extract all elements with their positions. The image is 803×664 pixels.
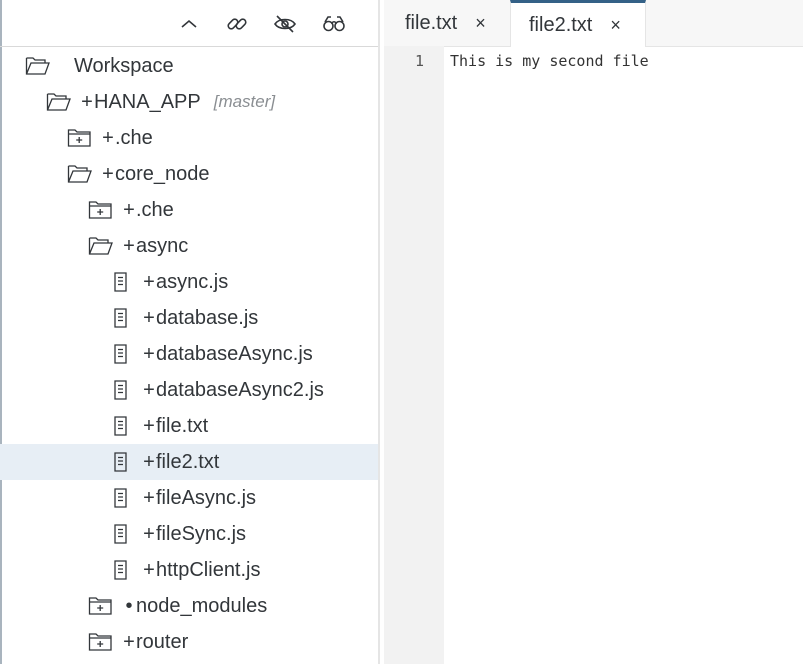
tree-item-label: databaseAsync.js: [156, 342, 313, 365]
tree-item-label: httpClient.js: [156, 558, 261, 581]
tree-item-file[interactable]: + file.txt: [0, 408, 378, 444]
folder-closed-icon: [67, 127, 93, 149]
tab-file-txt[interactable]: file.txt ×: [384, 0, 510, 46]
tab-label: file2.txt: [529, 13, 593, 36]
tree-item-label: core_node: [115, 162, 210, 185]
tree-item-label: database.js: [156, 306, 259, 329]
file-icon: [108, 271, 134, 293]
folder-open-icon: [46, 91, 72, 113]
git-status-marker: +: [143, 307, 155, 329]
file-icon: [108, 379, 134, 401]
folder-open-icon: [88, 235, 114, 257]
tree-item-label: file2.txt: [156, 450, 220, 473]
tree-item-file[interactable]: + httpClient.js: [0, 552, 378, 588]
tree-item-label: async.js: [156, 270, 229, 293]
git-branch-label: [master]: [213, 92, 276, 111]
close-icon[interactable]: ×: [475, 13, 486, 34]
git-status-marker: +: [102, 163, 114, 185]
tree-item-core-node[interactable]: + core_node: [0, 156, 378, 192]
tab-label: file.txt: [405, 11, 458, 34]
editor-tab-bar: file.txt × file2.txt ×: [384, 0, 803, 47]
git-status-marker: +: [102, 127, 114, 149]
tree-item-label: Workspace: [74, 54, 174, 77]
tree-item-label: async: [136, 234, 189, 257]
close-icon[interactable]: ×: [610, 15, 621, 36]
file-icon: [108, 343, 134, 365]
code-line[interactable]: This is my second file: [450, 52, 649, 70]
git-status-marker: +: [143, 415, 155, 437]
tree-item-label: HANA_APP: [94, 90, 201, 113]
file-icon: [108, 523, 134, 545]
git-status-marker: +: [143, 523, 155, 545]
file-icon: [108, 559, 134, 581]
git-status-marker: +: [143, 379, 155, 401]
collapse-icon[interactable]: [176, 11, 202, 37]
tree-item-file[interactable]: + databaseAsync2.js: [0, 372, 378, 408]
tab-file2-txt-active[interactable]: file2.txt ×: [510, 0, 646, 47]
tree-item-file[interactable]: + fileSync.js: [0, 516, 378, 552]
tree-item-hana-app[interactable]: + HANA_APP [master]: [0, 84, 378, 120]
folder-open-icon: [67, 163, 93, 185]
git-status-marker: +: [143, 487, 155, 509]
workspace-toolbar: [0, 0, 378, 47]
line-number: 1: [414, 52, 424, 70]
folder-closed-icon: [88, 631, 114, 653]
link-icon[interactable]: [224, 11, 250, 37]
tree-item-workspace[interactable]: Workspace: [0, 48, 378, 84]
tree-item-file[interactable]: + databaseAsync.js: [0, 336, 378, 372]
folder-closed-icon: [88, 595, 114, 617]
tree-item-file[interactable]: + async.js: [0, 264, 378, 300]
tree-item-label: node_modules: [136, 594, 268, 617]
tree-item-label: file.txt: [156, 414, 209, 437]
search-icon[interactable]: [321, 11, 347, 37]
code-editor: file.txt × file2.txt × 1 This is my seco…: [380, 0, 803, 664]
folder-open-icon: [25, 55, 51, 77]
tree-item-label: fileSync.js: [156, 522, 247, 545]
workspace-panel: Workspace + HANA_APP [master] + .che + c…: [0, 0, 378, 664]
git-status-marker: +: [123, 235, 135, 257]
git-status-marker: +: [143, 271, 155, 293]
tree-item-file[interactable]: + database.js: [0, 300, 378, 336]
file-icon: [108, 487, 134, 509]
tree-item-label: .che: [115, 126, 153, 149]
tree-item-file-selected[interactable]: + file2.txt: [0, 444, 378, 480]
git-status-marker: +: [81, 91, 93, 113]
tree-item-che[interactable]: + .che: [0, 192, 378, 228]
tree-item-label: router: [136, 630, 189, 653]
git-status-marker: +: [123, 631, 135, 653]
git-status-marker: •: [125, 595, 133, 617]
file-icon: [108, 307, 134, 329]
file-icon: [108, 451, 134, 473]
tree-item-node-modules[interactable]: • node_modules: [0, 588, 378, 624]
tree-item-che[interactable]: + .che: [0, 120, 378, 156]
git-status-marker: +: [143, 343, 155, 365]
file-icon: [108, 415, 134, 437]
tree-item-async[interactable]: + async: [0, 228, 378, 264]
tree-item-label: .che: [136, 198, 174, 221]
tree-item-label: fileAsync.js: [156, 486, 257, 509]
git-status-marker: +: [123, 199, 135, 221]
tree-item-router[interactable]: + router: [0, 624, 378, 660]
tree-item-label: databaseAsync2.js: [156, 378, 324, 401]
git-status-marker: +: [143, 559, 155, 581]
line-number-gutter: 1: [384, 46, 444, 664]
hide-icon[interactable]: [272, 11, 298, 37]
folder-closed-icon: [88, 199, 114, 221]
git-status-marker: +: [143, 451, 155, 473]
tree-item-file[interactable]: + fileAsync.js: [0, 480, 378, 516]
